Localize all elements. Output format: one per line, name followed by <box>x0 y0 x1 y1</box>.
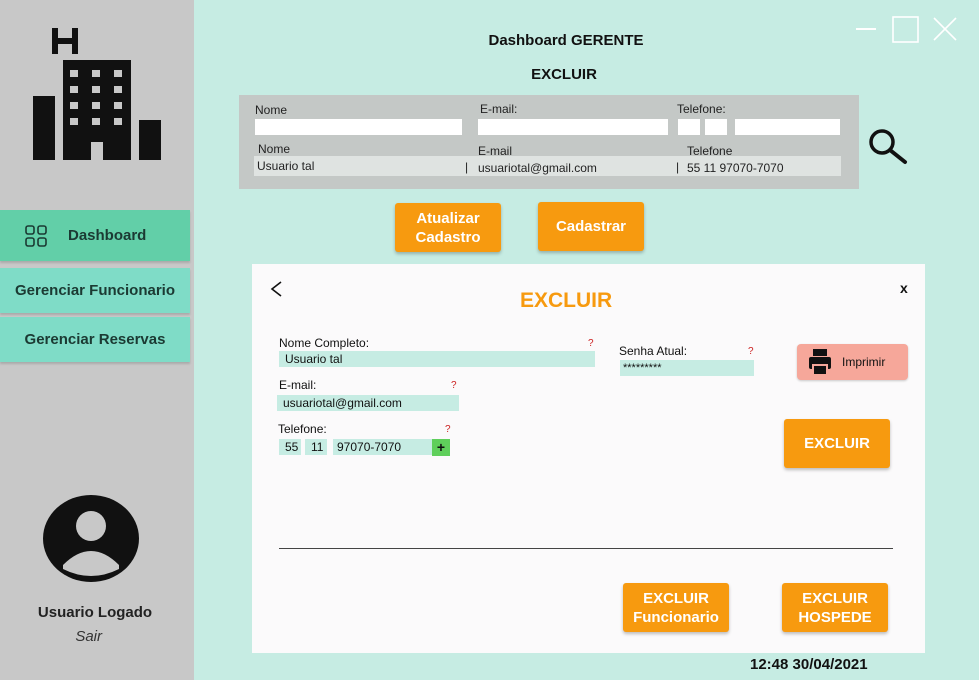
clock-time: 12:48 <box>750 656 789 673</box>
user-name: Usuario Logado <box>37 604 153 621</box>
delete-guest-button[interactable]: EXCLUIR HOSPEDE <box>782 583 888 632</box>
delete-button[interactable]: EXCLUIR <box>784 419 890 468</box>
search-email-label: E-mail: <box>480 102 518 116</box>
help-mark[interactable]: ? <box>451 380 457 391</box>
maximize-icon[interactable] <box>892 16 920 44</box>
result-name: Usuario tal <box>257 159 315 173</box>
email-label: E-mail: <box>279 378 317 392</box>
phone-number-field[interactable]: 97070-7070 <box>333 439 433 455</box>
result-header-name: Nome <box>258 142 291 156</box>
phone-label: Telefone: <box>278 422 327 436</box>
register-button[interactable]: Cadastrar <box>538 202 644 251</box>
print-button[interactable]: Imprimir <box>797 344 908 380</box>
printer-icon <box>809 349 831 376</box>
logout-link[interactable]: Sair <box>0 628 176 645</box>
form-title: EXCLUIR <box>520 289 613 312</box>
hotel-building-logo <box>33 28 161 160</box>
back-arrow-icon[interactable] <box>269 279 283 299</box>
search-phone-country-input[interactable] <box>678 119 700 135</box>
divider <box>279 548 893 549</box>
search-phone-label: Telefone: <box>677 102 726 116</box>
dashboard-icon <box>25 224 47 247</box>
help-mark[interactable]: ? <box>748 346 754 357</box>
email-field[interactable]: usuariotal@gmail.com <box>277 395 459 411</box>
sidebar-item-label: Dashboard <box>68 227 147 244</box>
search-name-input[interactable] <box>255 119 462 135</box>
sidebar-item-label: Gerenciar Funcionario <box>14 282 176 299</box>
add-phone-button[interactable]: + <box>432 439 450 456</box>
sidebar: Dashboard Gerenciar Funcionario Gerencia… <box>0 0 194 680</box>
sidebar-item-gerenciar-reservas[interactable]: Gerenciar Reservas <box>0 317 190 362</box>
minimize-icon[interactable] <box>854 16 878 42</box>
phone-country-field[interactable]: 55 <box>279 439 301 455</box>
clock: 12:48 30/04/2021 <box>750 656 868 673</box>
result-separator: | <box>676 160 680 174</box>
result-separator: | <box>465 160 469 174</box>
phone-area-field[interactable]: 11 <box>305 439 327 455</box>
page-subtitle: EXCLUIR <box>531 66 597 83</box>
sidebar-item-dashboard[interactable]: Dashboard <box>0 210 190 261</box>
password-label: Senha Atual: <box>619 344 688 358</box>
sidebar-item-gerenciar-funcionario[interactable]: Gerenciar Funcionario <box>0 268 190 313</box>
delete-employee-button[interactable]: EXCLUIR Funcionario <box>623 583 729 632</box>
update-registration-button[interactable]: Atualizar Cadastro <box>395 203 501 252</box>
search-phone-number-input[interactable] <box>735 119 840 135</box>
search-icon[interactable] <box>866 126 910 166</box>
full-name-label: Nome Completo: <box>279 336 370 350</box>
close-form-button[interactable]: x <box>900 280 908 296</box>
result-email: usuariotal@gmail.com <box>478 161 597 175</box>
clock-date: 30/04/2021 <box>792 656 868 673</box>
sidebar-item-label: Gerenciar Reservas <box>24 331 166 348</box>
close-window-icon[interactable] <box>932 16 958 42</box>
search-name-label: Nome <box>255 103 288 117</box>
help-mark[interactable]: ? <box>445 424 451 435</box>
help-mark[interactable]: ? <box>588 338 594 349</box>
search-email-input[interactable] <box>478 119 668 135</box>
full-name-field[interactable]: Usuario tal <box>279 351 595 367</box>
print-label: Imprimir <box>842 355 886 369</box>
result-phone: 55 11 97070-7070 <box>687 161 784 175</box>
page-title: Dashboard GERENTE <box>488 32 644 49</box>
password-field[interactable]: ********* <box>620 360 754 376</box>
user-avatar-icon <box>43 495 139 582</box>
search-phone-area-input[interactable] <box>705 119 727 135</box>
